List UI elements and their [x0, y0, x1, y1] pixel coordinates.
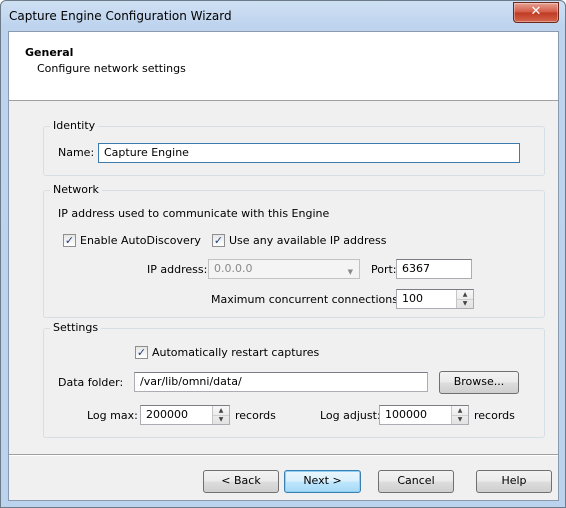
network-description: IP address used to communicate with this…: [58, 207, 330, 220]
use-any-ip-label[interactable]: Use any available IP address: [229, 234, 387, 247]
network-group: Network IP address used to communicate w…: [43, 183, 545, 318]
use-any-ip-checkbox[interactable]: ✓: [212, 234, 225, 247]
back-button[interactable]: < Back: [203, 470, 279, 493]
cancel-button[interactable]: Cancel: [378, 470, 454, 493]
log-max-unit: records: [235, 409, 276, 422]
ip-address-label: IP address:: [147, 263, 208, 276]
auto-restart-checkbox[interactable]: ✓: [135, 346, 148, 359]
wizard-client-area: General Configure network settings Ident…: [8, 31, 559, 501]
max-connections-spin-buttons: ▲ ▼: [456, 290, 473, 308]
log-max-spin-buttons: ▲ ▼: [212, 406, 229, 424]
settings-group: Settings ✓ Automatically restart capture…: [43, 321, 545, 438]
ip-address-value: 0.0.0.0: [214, 262, 253, 275]
page-subtitle: Configure network settings: [37, 62, 186, 75]
spin-down-icon[interactable]: ▼: [452, 415, 468, 424]
log-adjust-spin-buttons: ▲ ▼: [451, 406, 468, 424]
footer-divider-highlight: [9, 455, 558, 456]
identity-group-label: Identity: [50, 119, 99, 132]
enable-autodiscovery-label[interactable]: Enable AutoDiscovery: [80, 234, 201, 247]
log-max-stepper[interactable]: 200000 ▲ ▼: [140, 405, 230, 425]
page-title: General: [25, 46, 74, 59]
log-adjust-stepper[interactable]: 100000 ▲ ▼: [379, 405, 469, 425]
port-label: Port:: [371, 263, 397, 276]
data-folder-label: Data folder:: [58, 376, 124, 389]
log-adjust-value: 100000: [385, 408, 427, 421]
help-button[interactable]: Help: [476, 470, 552, 493]
identity-group: Identity Name: Capture Engine: [43, 119, 545, 176]
log-max-value: 200000: [146, 408, 188, 421]
max-connections-stepper[interactable]: 100 ▲ ▼: [396, 289, 474, 309]
enable-autodiscovery-checkbox[interactable]: ✓: [63, 234, 76, 247]
log-adjust-label: Log adjust:: [320, 409, 381, 422]
data-folder-field[interactable]: /var/lib/omni/data/: [134, 372, 428, 392]
title-bar[interactable]: Capture Engine Configuration Wizard ✕: [1, 1, 565, 31]
max-connections-label: Maximum concurrent connections:: [211, 293, 402, 306]
name-label: Name:: [58, 146, 95, 159]
spin-down-icon[interactable]: ▼: [213, 415, 229, 424]
spin-down-icon[interactable]: ▼: [457, 299, 473, 308]
wizard-header: General Configure network settings: [9, 32, 558, 101]
window-title: Capture Engine Configuration Wizard: [9, 9, 232, 23]
next-button[interactable]: Next >: [284, 470, 361, 493]
browse-button[interactable]: Browse...: [439, 371, 519, 394]
log-max-label: Log max:: [87, 409, 138, 422]
port-field[interactable]: 6367: [396, 259, 472, 279]
name-field[interactable]: Capture Engine: [98, 143, 520, 163]
log-adjust-unit: records: [474, 409, 515, 422]
close-icon: ✕: [530, 4, 542, 19]
network-group-label: Network: [50, 183, 102, 196]
max-connections-value: 100: [402, 292, 423, 305]
ip-address-dropdown: 0.0.0.0 ▼: [208, 259, 360, 279]
auto-restart-label[interactable]: Automatically restart captures: [152, 346, 319, 359]
close-button[interactable]: ✕: [513, 2, 559, 23]
settings-group-label: Settings: [50, 321, 102, 334]
chevron-down-icon: ▼: [347, 268, 353, 276]
wizard-window: Capture Engine Configuration Wizard ✕ Ge…: [0, 0, 566, 508]
